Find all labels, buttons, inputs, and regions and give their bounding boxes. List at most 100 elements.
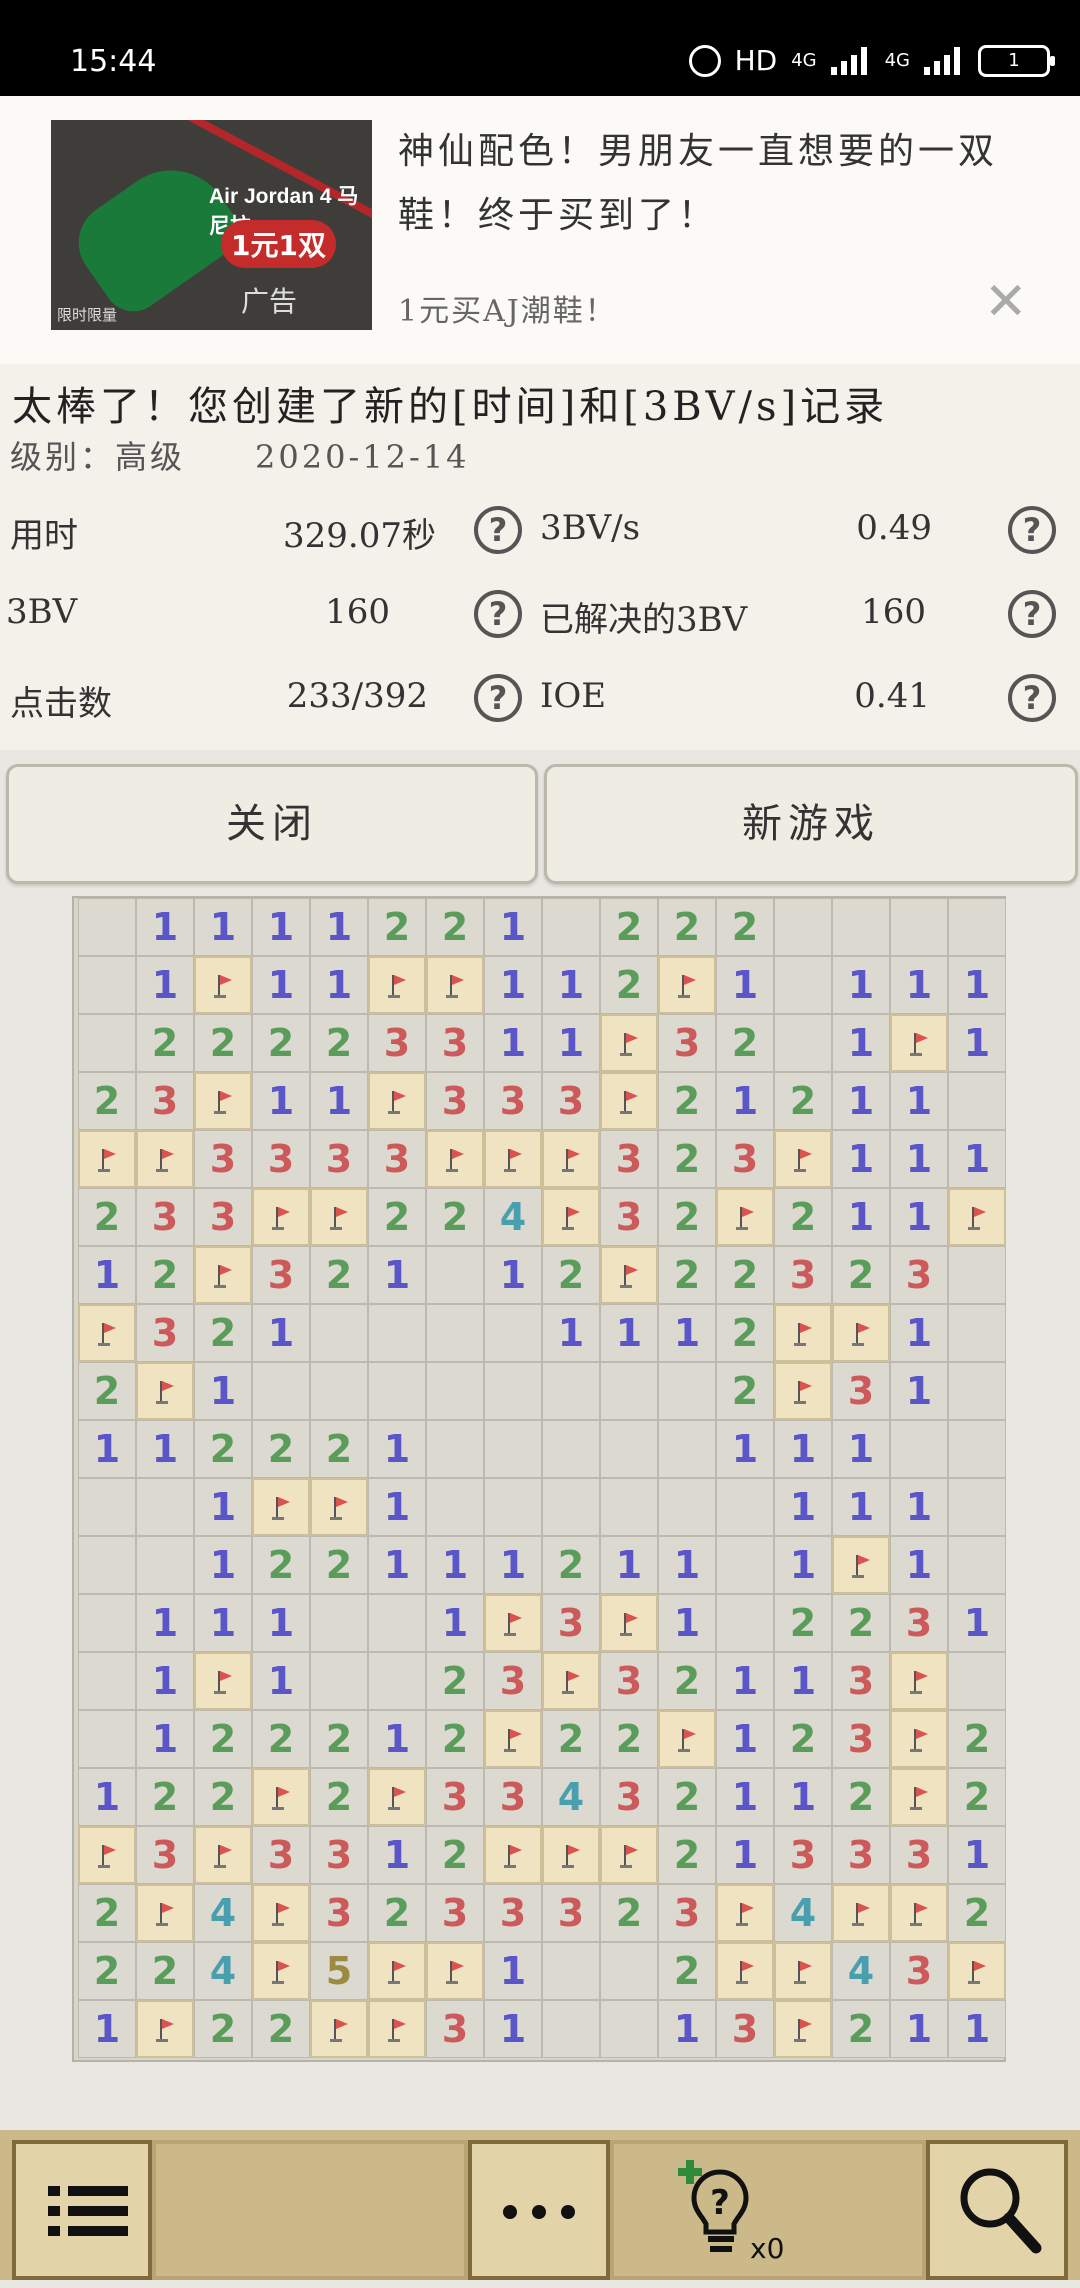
- number-cell[interactable]: 3: [600, 1768, 658, 1826]
- number-cell[interactable]: 1: [600, 1536, 658, 1594]
- help-icon[interactable]: ?: [474, 590, 522, 638]
- number-cell[interactable]: 1: [252, 1304, 310, 1362]
- empty-cell[interactable]: [948, 1478, 1006, 1536]
- number-cell[interactable]: 2: [252, 1420, 310, 1478]
- number-cell[interactable]: 1: [658, 1594, 716, 1652]
- number-cell[interactable]: 1: [832, 1014, 890, 1072]
- number-cell[interactable]: 2: [774, 1710, 832, 1768]
- number-cell[interactable]: 3: [368, 1130, 426, 1188]
- number-cell[interactable]: 3: [194, 1188, 252, 1246]
- number-cell[interactable]: 2: [426, 1652, 484, 1710]
- empty-cell[interactable]: [600, 1362, 658, 1420]
- number-cell[interactable]: 2: [136, 1246, 194, 1304]
- number-cell[interactable]: 1: [774, 1768, 832, 1826]
- empty-cell[interactable]: [78, 1536, 136, 1594]
- flagged-cell[interactable]: [774, 2000, 832, 2058]
- number-cell[interactable]: 4: [194, 1942, 252, 2000]
- number-cell[interactable]: 1: [658, 2000, 716, 2058]
- number-cell[interactable]: 2: [716, 1014, 774, 1072]
- number-cell[interactable]: 2: [658, 1246, 716, 1304]
- number-cell[interactable]: 1: [774, 1536, 832, 1594]
- flagged-cell[interactable]: [252, 1478, 310, 1536]
- number-cell[interactable]: 1: [948, 956, 1006, 1014]
- flagged-cell[interactable]: [368, 1072, 426, 1130]
- flagged-cell[interactable]: [716, 1188, 774, 1246]
- number-cell[interactable]: 1: [194, 1536, 252, 1594]
- empty-cell[interactable]: [658, 1478, 716, 1536]
- flagged-cell[interactable]: [368, 2000, 426, 2058]
- empty-cell[interactable]: [948, 1304, 1006, 1362]
- number-cell[interactable]: 3: [484, 1884, 542, 1942]
- number-cell[interactable]: 1: [252, 898, 310, 956]
- number-cell[interactable]: 2: [658, 898, 716, 956]
- flagged-cell[interactable]: [484, 1130, 542, 1188]
- empty-cell[interactable]: [310, 1362, 368, 1420]
- number-cell[interactable]: 3: [252, 1246, 310, 1304]
- number-cell[interactable]: 2: [310, 1768, 368, 1826]
- number-cell[interactable]: 2: [600, 1884, 658, 1942]
- number-cell[interactable]: 2: [832, 2000, 890, 2058]
- number-cell[interactable]: 2: [716, 898, 774, 956]
- number-cell[interactable]: 2: [716, 1304, 774, 1362]
- flagged-cell[interactable]: [426, 956, 484, 1014]
- empty-cell[interactable]: [426, 1478, 484, 1536]
- number-cell[interactable]: 1: [542, 1304, 600, 1362]
- number-cell[interactable]: 2: [310, 1420, 368, 1478]
- ad-image[interactable]: Air Jordan 4 马尼拉 1元1双 限时限量 广告: [51, 120, 372, 330]
- number-cell[interactable]: 1: [716, 1420, 774, 1478]
- number-cell[interactable]: 1: [890, 1478, 948, 1536]
- empty-cell[interactable]: [368, 1304, 426, 1362]
- flagged-cell[interactable]: [600, 1594, 658, 1652]
- number-cell[interactable]: 3: [426, 1884, 484, 1942]
- empty-cell[interactable]: [426, 1420, 484, 1478]
- empty-cell[interactable]: [368, 1594, 426, 1652]
- empty-cell[interactable]: [426, 1246, 484, 1304]
- number-cell[interactable]: 2: [368, 1884, 426, 1942]
- empty-cell[interactable]: [542, 1478, 600, 1536]
- number-cell[interactable]: 3: [890, 1942, 948, 2000]
- number-cell[interactable]: 2: [252, 2000, 310, 2058]
- number-cell[interactable]: 1: [78, 2000, 136, 2058]
- flagged-cell[interactable]: [194, 956, 252, 1014]
- flagged-cell[interactable]: [948, 1188, 1006, 1246]
- number-cell[interactable]: 3: [774, 1826, 832, 1884]
- number-cell[interactable]: 1: [948, 1014, 1006, 1072]
- number-cell[interactable]: 1: [136, 1710, 194, 1768]
- number-cell[interactable]: 1: [310, 898, 368, 956]
- flagged-cell[interactable]: [310, 2000, 368, 2058]
- number-cell[interactable]: 2: [194, 1304, 252, 1362]
- number-cell[interactable]: 1: [948, 1130, 1006, 1188]
- number-cell[interactable]: 2: [310, 1710, 368, 1768]
- number-cell[interactable]: 3: [136, 1072, 194, 1130]
- number-cell[interactable]: 2: [426, 1826, 484, 1884]
- number-cell[interactable]: 5: [310, 1942, 368, 2000]
- close-button[interactable]: 关闭: [6, 764, 538, 884]
- number-cell[interactable]: 1: [252, 1594, 310, 1652]
- number-cell[interactable]: 1: [484, 1014, 542, 1072]
- empty-cell[interactable]: [948, 1362, 1006, 1420]
- empty-cell[interactable]: [600, 2000, 658, 2058]
- flagged-cell[interactable]: [774, 1362, 832, 1420]
- number-cell[interactable]: 4: [774, 1884, 832, 1942]
- minesweeper-board[interactable]: 1111221222111112111122223311321123113332…: [72, 896, 1006, 2062]
- number-cell[interactable]: 1: [832, 1188, 890, 1246]
- number-cell[interactable]: 1: [832, 1478, 890, 1536]
- number-cell[interactable]: 2: [368, 898, 426, 956]
- flagged-cell[interactable]: [252, 1884, 310, 1942]
- help-icon[interactable]: ?: [1008, 506, 1056, 554]
- number-cell[interactable]: 2: [542, 1536, 600, 1594]
- ad-subtitle[interactable]: 1元买AJ潮鞋！: [398, 286, 617, 330]
- number-cell[interactable]: 1: [948, 1826, 1006, 1884]
- number-cell[interactable]: 1: [716, 956, 774, 1014]
- number-cell[interactable]: 1: [368, 1710, 426, 1768]
- empty-cell[interactable]: [716, 1594, 774, 1652]
- number-cell[interactable]: 3: [542, 1884, 600, 1942]
- number-cell[interactable]: 2: [252, 1536, 310, 1594]
- number-cell[interactable]: 2: [658, 1652, 716, 1710]
- flagged-cell[interactable]: [658, 956, 716, 1014]
- number-cell[interactable]: 2: [310, 1246, 368, 1304]
- number-cell[interactable]: 1: [774, 1478, 832, 1536]
- empty-cell[interactable]: [948, 1246, 1006, 1304]
- number-cell[interactable]: 1: [484, 956, 542, 1014]
- empty-cell[interactable]: [890, 898, 948, 956]
